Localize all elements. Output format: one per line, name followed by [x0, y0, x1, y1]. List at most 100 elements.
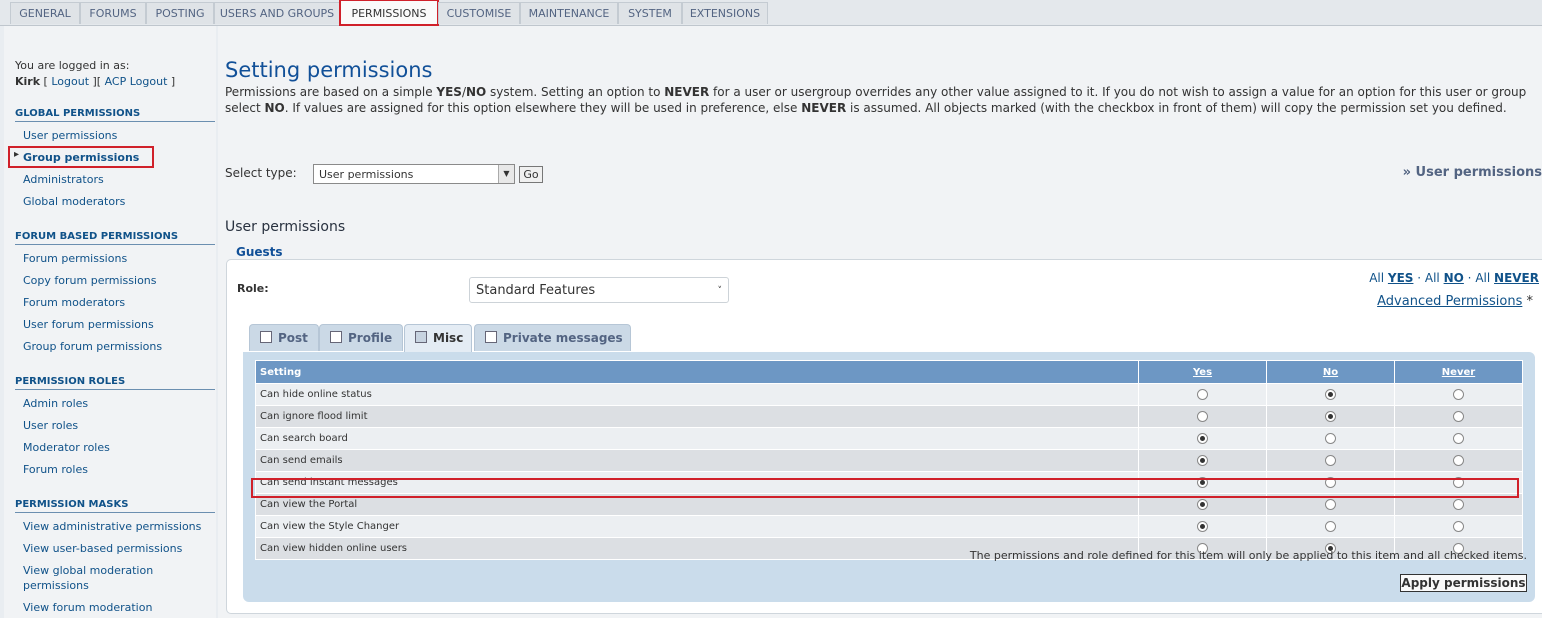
highlight-box: [251, 478, 1519, 498]
checkbox[interactable]: [260, 331, 272, 343]
role-value: Standard Features: [476, 283, 596, 298]
cell-no: [1266, 405, 1395, 428]
tab-private-messages[interactable]: Private messages: [474, 324, 631, 351]
column-header-no[interactable]: No: [1266, 360, 1395, 384]
tab-forums[interactable]: FORUMS: [80, 2, 146, 24]
cell-never: [1394, 515, 1523, 538]
table-row: Can send emails: [255, 449, 1523, 472]
cell-never: [1394, 405, 1523, 428]
radio-no[interactable]: [1325, 410, 1336, 422]
sidebar-item-view-user-permissions[interactable]: View user-based permissions: [23, 542, 182, 555]
menu-heading-masks: PERMISSION MASKS: [15, 499, 215, 513]
sidebar-item-view-global-moderation[interactable]: View global moderation: [23, 564, 153, 577]
setting-label: Can send emails: [255, 449, 1139, 472]
sidebar-item-user-forum-permissions[interactable]: User forum permissions: [23, 318, 154, 331]
intro-emphasis: NO: [465, 85, 487, 99]
radio-yes[interactable]: [1197, 410, 1208, 422]
tab-extensions[interactable]: EXTENSIONS: [682, 2, 768, 24]
menu-heading-roles: PERMISSION ROLES: [15, 376, 215, 390]
tab-maintenance[interactable]: MAINTENANCE: [520, 2, 618, 24]
highlight-box: [8, 146, 154, 168]
permissions-table: Setting Yes No Never Can hide online sta…: [255, 360, 1523, 560]
cell-never: [1394, 427, 1523, 450]
sidebar-item-admin-roles[interactable]: Admin roles: [23, 397, 88, 410]
cell-no: [1266, 449, 1395, 472]
tab-body: Setting Yes No Never Can hide online sta…: [243, 352, 1535, 602]
table-row: Can search board: [255, 427, 1523, 450]
all-yes-link[interactable]: All YES: [1369, 271, 1413, 285]
sidebar-item-group-forum-permissions[interactable]: Group forum permissions: [23, 340, 162, 353]
sidebar-item-global-moderators[interactable]: Global moderators: [23, 195, 125, 208]
checkbox[interactable]: [415, 331, 427, 343]
tab-system[interactable]: SYSTEM: [618, 2, 682, 24]
select-type-dropdown[interactable]: User permissions ▼: [313, 164, 515, 184]
column-header-yes[interactable]: Yes: [1138, 360, 1267, 384]
sidebar-item-moderator-roles[interactable]: Moderator roles: [23, 441, 110, 454]
radio-no[interactable]: [1325, 520, 1336, 532]
checkbox[interactable]: [330, 331, 342, 343]
user-permissions-link[interactable]: » User permissions: [1403, 165, 1542, 180]
column-header-setting: Setting: [255, 360, 1139, 384]
radio-no[interactable]: [1325, 454, 1336, 466]
tab-permissions[interactable]: PERMISSIONS: [339, 0, 439, 26]
radio-never[interactable]: [1453, 410, 1464, 422]
go-button[interactable]: Go: [519, 166, 543, 183]
sidebar: You are logged in as: Kirk [ Logout ][ A…: [4, 26, 216, 618]
radio-never[interactable]: [1453, 498, 1464, 510]
radio-yes[interactable]: [1197, 520, 1208, 532]
tab-users-and-groups[interactable]: USERS AND GROUPS: [214, 2, 340, 24]
active-marker-icon: ▸: [14, 149, 20, 160]
radio-yes[interactable]: [1197, 388, 1208, 400]
cell-no: [1266, 427, 1395, 450]
checkbox[interactable]: [485, 331, 497, 343]
dropdown-arrow-icon: ▼: [498, 165, 514, 183]
sidebar-item-view-forum-moderation[interactable]: View forum moderation: [23, 601, 152, 614]
intro-segment: system. Setting an option to: [486, 85, 665, 99]
select-type-label: Select type:: [225, 166, 297, 180]
sidebar-item-copy-forum-permissions[interactable]: Copy forum permissions: [23, 274, 157, 287]
sidebar-item-user-permissions[interactable]: User permissions: [23, 129, 117, 142]
radio-never[interactable]: [1453, 454, 1464, 466]
top-tab-bar: GENERAL FORUMS POSTING USERS AND GROUPS …: [0, 0, 1542, 26]
login-line: Kirk [ Logout ][ ACP Logout ]: [15, 75, 176, 88]
role-label: Role:: [237, 282, 269, 295]
radio-no[interactable]: [1325, 432, 1336, 444]
tab-post[interactable]: Post: [249, 324, 319, 351]
tab-customise[interactable]: CUSTOMISE: [438, 2, 520, 24]
logout-link[interactable]: Logout: [51, 75, 89, 88]
acp-logout-link[interactable]: ACP Logout: [105, 75, 168, 88]
chevron-down-icon: ˅: [717, 286, 723, 296]
radio-never[interactable]: [1453, 388, 1464, 400]
tab-posting[interactable]: POSTING: [146, 2, 214, 24]
sidebar-item-forum-moderators[interactable]: Forum moderators: [23, 296, 125, 309]
setting-label: Can search board: [255, 427, 1139, 450]
tab-profile[interactable]: Profile: [319, 324, 403, 351]
radio-yes[interactable]: [1197, 432, 1208, 444]
radio-never[interactable]: [1453, 432, 1464, 444]
tab-general[interactable]: GENERAL: [10, 2, 80, 24]
all-never-link[interactable]: All NEVER: [1475, 271, 1539, 285]
sidebar-item-view-global-moderation-cont[interactable]: permissions: [23, 579, 89, 592]
intro-emphasis: NEVER: [801, 101, 847, 115]
advanced-permissions-link[interactable]: Advanced Permissions: [1377, 294, 1522, 309]
sidebar-item-forum-permissions[interactable]: Forum permissions: [23, 252, 127, 265]
sidebar-item-user-roles[interactable]: User roles: [23, 419, 78, 432]
intro-segment: Permissions are based on a simple: [225, 85, 437, 99]
radio-never[interactable]: [1453, 520, 1464, 532]
all-no-link[interactable]: All NO: [1425, 271, 1464, 285]
apply-permissions-button[interactable]: Apply permissions: [1400, 574, 1527, 592]
radio-yes[interactable]: [1197, 454, 1208, 466]
setting-label: Can view the Style Changer: [255, 515, 1139, 538]
setting-label: Can ignore flood limit: [255, 405, 1139, 428]
table-row: Can view the Style Changer: [255, 515, 1523, 538]
radio-no[interactable]: [1325, 388, 1336, 400]
sidebar-item-forum-roles[interactable]: Forum roles: [23, 463, 88, 476]
radio-yes[interactable]: [1197, 498, 1208, 510]
column-header-never[interactable]: Never: [1394, 360, 1523, 384]
cell-never: [1394, 383, 1523, 406]
tab-misc[interactable]: Misc: [404, 324, 472, 352]
sidebar-item-administrators[interactable]: Administrators: [23, 173, 104, 186]
role-dropdown[interactable]: Standard Features ˅: [469, 277, 729, 303]
sidebar-item-view-admin-permissions[interactable]: View administrative permissions: [23, 520, 201, 533]
radio-no[interactable]: [1325, 498, 1336, 510]
